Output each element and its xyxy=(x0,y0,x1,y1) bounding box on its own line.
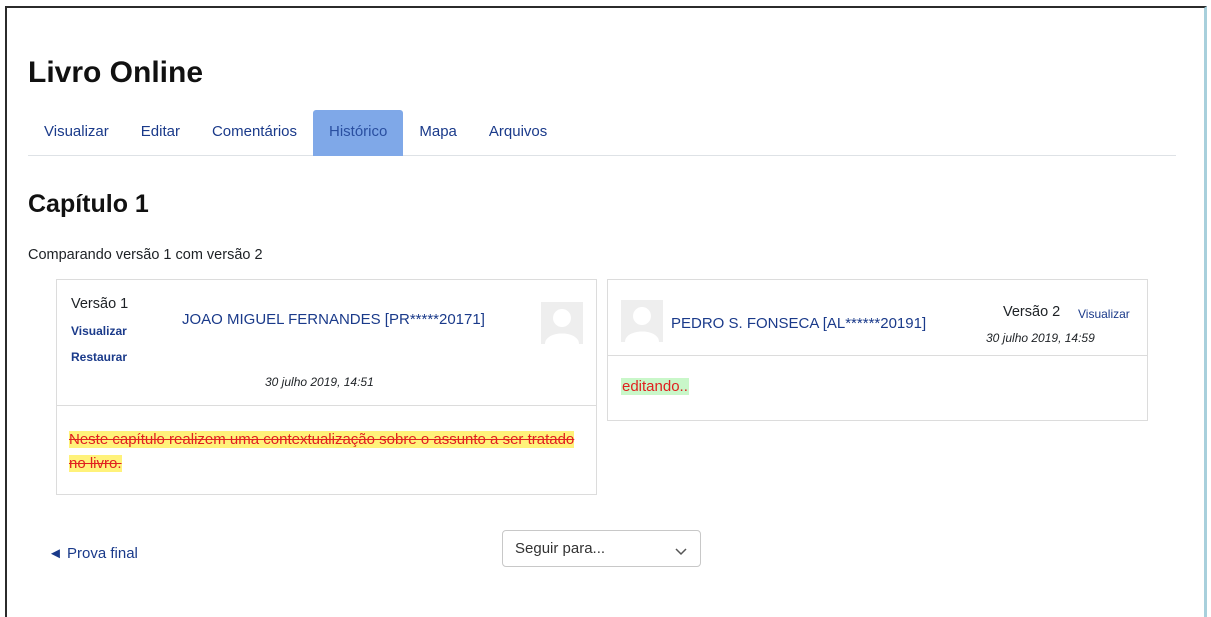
version-2-label: Versão 2 xyxy=(1003,304,1061,320)
version-2-view-link[interactable]: Visualizar xyxy=(1078,307,1130,321)
user-avatar-icon xyxy=(541,302,583,344)
version-2-date: 30 julho 2019, 14:59 xyxy=(986,331,1095,345)
chevron-down-icon xyxy=(674,539,688,574)
inserted-text: editando.. xyxy=(621,378,689,395)
tab-bar: Visualizar Editar Comentários Histórico … xyxy=(28,110,1176,156)
version-2-author-link[interactable]: PEDRO S. FONSECA [AL******20191] xyxy=(671,315,926,332)
chapter-title: Capítulo 1 xyxy=(28,190,149,218)
user-avatar-icon xyxy=(621,300,663,342)
compare-description: Comparando versão 1 com versão 2 xyxy=(28,247,263,263)
version-2-header: PEDRO S. FONSECA [AL******20191] Versão … xyxy=(608,280,1147,356)
tab-editar[interactable]: Editar xyxy=(125,110,196,156)
tab-visualizar[interactable]: Visualizar xyxy=(28,110,125,156)
tab-historico[interactable]: Histórico xyxy=(313,110,404,156)
version-1-panel: Versão 1 Visualizar Restaurar JOAO MIGUE… xyxy=(56,279,597,495)
deleted-text-highlight: Neste capítulo realizem uma contextualiz… xyxy=(69,431,575,472)
version-1-avatar[interactable] xyxy=(541,302,583,344)
version-2-avatar[interactable] xyxy=(621,300,663,342)
deleted-text: Neste capítulo realizem uma contextualiz… xyxy=(69,428,579,476)
tab-arquivos[interactable]: Arquivos xyxy=(473,110,563,156)
version-1-label: Versão 1 xyxy=(71,296,129,312)
page-title: Livro Online xyxy=(28,56,204,89)
version-2-panel: PEDRO S. FONSECA [AL******20191] Versão … xyxy=(607,279,1148,421)
version-1-author-link[interactable]: JOAO MIGUEL FERNANDES [PR*****20171] xyxy=(182,311,485,328)
tab-mapa[interactable]: Mapa xyxy=(403,110,473,156)
version-1-view-link[interactable]: Visualizar xyxy=(71,324,127,338)
previous-chapter-link[interactable]: ◄ Prova final xyxy=(48,545,138,562)
version-1-restore-link[interactable]: Restaurar xyxy=(71,350,127,364)
version-1-date: 30 julho 2019, 14:51 xyxy=(265,375,374,389)
tab-comentarios[interactable]: Comentários xyxy=(196,110,313,156)
jump-to-select[interactable]: Seguir para... xyxy=(502,530,701,567)
jump-to-select-value: Seguir para... xyxy=(515,540,606,557)
version-1-header: Versão 1 Visualizar Restaurar JOAO MIGUE… xyxy=(57,280,596,406)
